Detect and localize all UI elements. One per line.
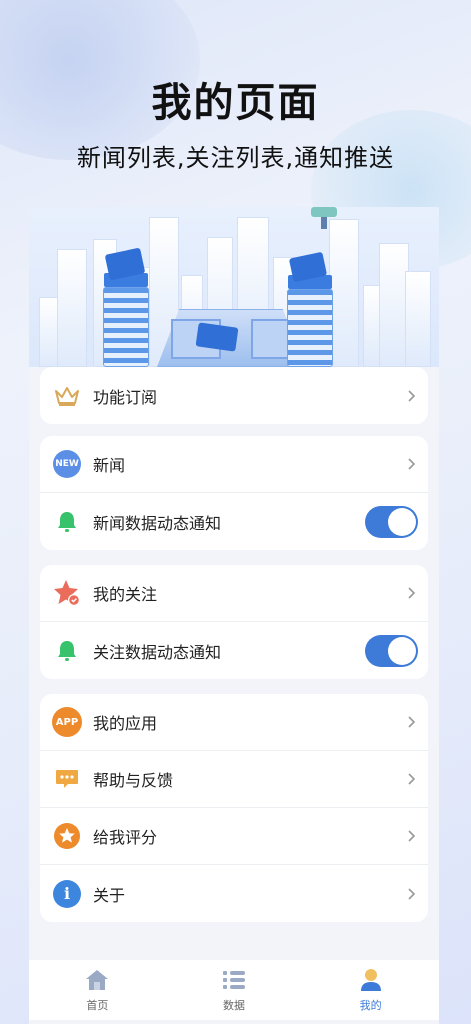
news-notification-toggle[interactable] [365,505,418,538]
menu-item-follow-notification: 关注数据动态通知 [40,622,428,679]
bell-icon [52,636,82,666]
star-check-icon [52,578,82,608]
info-icon-glyph: i [53,879,81,908]
bottom-tab-bar: 首页 数据 我的 [29,960,439,1020]
chat-bubble-icon [52,764,82,794]
tab-home[interactable]: 首页 [37,967,157,1013]
star-circle-icon [52,821,82,851]
menu-item-my-follows[interactable]: 我的关注 [40,565,428,622]
chevron-right-icon [408,458,416,470]
chevron-right-icon [408,716,416,728]
menu-item-label: 帮助与反馈 [93,771,174,790]
news-card: NEW 新闻 新闻数据动态通知 [40,436,428,550]
page-subtitle: 新闻列表,关注列表,通知推送 [76,144,395,172]
banner-illustration [29,207,439,367]
new-badge-icon: NEW [52,449,82,479]
app-badge-icon: APP [52,707,82,737]
menu-item-label: 关于 [93,885,126,905]
bell-icon [52,507,82,537]
tab-label: 首页 [86,999,109,1012]
menu-item-news-notification: 新闻数据动态通知 [40,493,428,550]
info-icon: i [52,879,82,909]
app-badge-text: APP [52,707,82,737]
chevron-right-icon [408,389,416,402]
user-icon [357,967,385,993]
tab-label: 我的 [359,999,382,1012]
crown-icon [52,381,82,411]
subscription-card: 功能订阅 [40,367,428,424]
phone-screen: 功能订阅 NEW 新闻 新闻数据动态通知 我的关注 关注数据动态通知 APP 我… [29,207,439,1024]
page-title: 我的页面 [151,80,320,126]
chevron-right-icon [408,887,416,900]
chevron-right-icon [408,587,416,599]
tab-label: 数据 [222,999,245,1012]
chevron-right-icon [408,773,416,785]
menu-item-label: 关注数据动态通知 [93,642,222,662]
menu-item-label: 功能订阅 [93,387,158,407]
tab-mine[interactable]: 我的 [311,967,431,1013]
follow-notification-toggle[interactable] [365,634,418,667]
new-badge-text: NEW [53,450,81,478]
misc-card: APP 我的应用 帮助与反馈 给我评分 i 关于 [40,694,428,922]
menu-item-label: 新闻数据动态通知 [93,513,222,533]
menu-item-feature-subscription[interactable]: 功能订阅 [40,367,428,424]
menu-item-news[interactable]: NEW 新闻 [40,436,428,493]
menu-item-my-apps[interactable]: APP 我的应用 [40,694,428,751]
chevron-right-icon [408,830,416,842]
home-icon [83,967,111,993]
menu-item-label: 我的关注 [93,585,158,604]
menu-item-help-feedback[interactable]: 帮助与反馈 [40,751,428,808]
tab-data[interactable]: 数据 [174,967,294,1013]
follow-card: 我的关注 关注数据动态通知 [40,565,428,679]
menu-item-about[interactable]: i 关于 [40,865,428,922]
menu-item-rate-app[interactable]: 给我评分 [40,808,428,865]
menu-item-label: 我的应用 [93,714,158,733]
menu-item-label: 给我评分 [93,828,158,847]
menu-item-label: 新闻 [93,456,126,475]
list-icon [220,967,248,993]
